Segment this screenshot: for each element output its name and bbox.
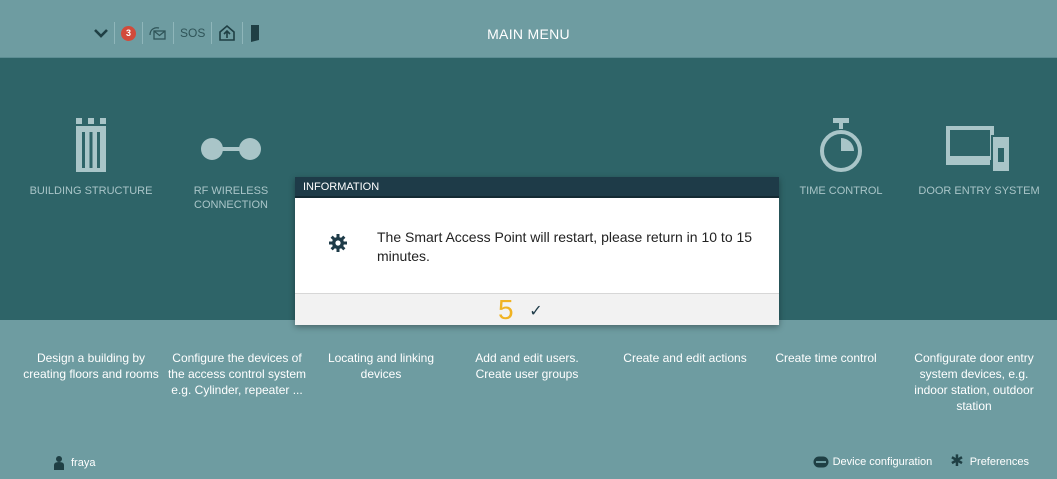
- confirm-button[interactable]: ✓: [525, 301, 547, 321]
- stopwatch-icon: [766, 114, 916, 174]
- user-name: fraya: [71, 457, 96, 469]
- tile-description-door-entry: Configurate door entry system devices, e…: [914, 351, 1034, 413]
- tile-description-building-structure: Design a building by creating floors and…: [23, 351, 159, 381]
- device-icon: [813, 456, 829, 468]
- preferences-link[interactable]: ✱ Preferences: [950, 453, 1029, 470]
- check-icon: ✓: [529, 303, 543, 320]
- dialog-title: INFORMATION: [295, 177, 779, 198]
- page-title: MAIN MENU: [487, 26, 570, 42]
- device-configuration-link[interactable]: Device configuration: [813, 456, 933, 468]
- door-entry-icon: [904, 114, 1054, 174]
- rf-link-icon: [156, 114, 306, 174]
- tile-description-time-control: Create time control: [775, 351, 877, 365]
- tile-label: TIME CONTROL: [799, 185, 883, 197]
- current-user[interactable]: fraya: [54, 456, 95, 470]
- tile-description-device-assignment: Locating and linking devices: [327, 351, 435, 381]
- gear-icon: [329, 234, 347, 257]
- gear-icon: ✱: [950, 453, 964, 470]
- tile-description-actions: Create and edit actions: [623, 351, 747, 365]
- countdown-timer: 5: [498, 294, 514, 325]
- footer-links: Device configuration ✱ Preferences: [795, 453, 1029, 470]
- dialog-message: The Smart Access Point will restart, ple…: [377, 229, 753, 264]
- dialog-body: The Smart Access Point will restart, ple…: [295, 198, 779, 293]
- preferences-label: Preferences: [969, 456, 1029, 468]
- top-bar: 3 SOS MAIN MENU: [0, 0, 1057, 58]
- tile-label: RF WIRELESS CONNECTION: [193, 185, 269, 211]
- tile-label: DOOR ENTRY SYSTEM: [918, 185, 1040, 197]
- tile-description-rf-wireless: Configure the devices of the access cont…: [167, 351, 307, 397]
- user-icon: [54, 456, 64, 470]
- tile-label: BUILDING STRUCTURE: [29, 185, 153, 197]
- information-dialog: INFORMATION The Smart Access Point will …: [295, 177, 779, 325]
- device-configuration-label: Device configuration: [832, 456, 933, 468]
- tile-description-user-management: Add and edit users. Create user groups: [475, 351, 579, 381]
- building-icon: [16, 114, 166, 174]
